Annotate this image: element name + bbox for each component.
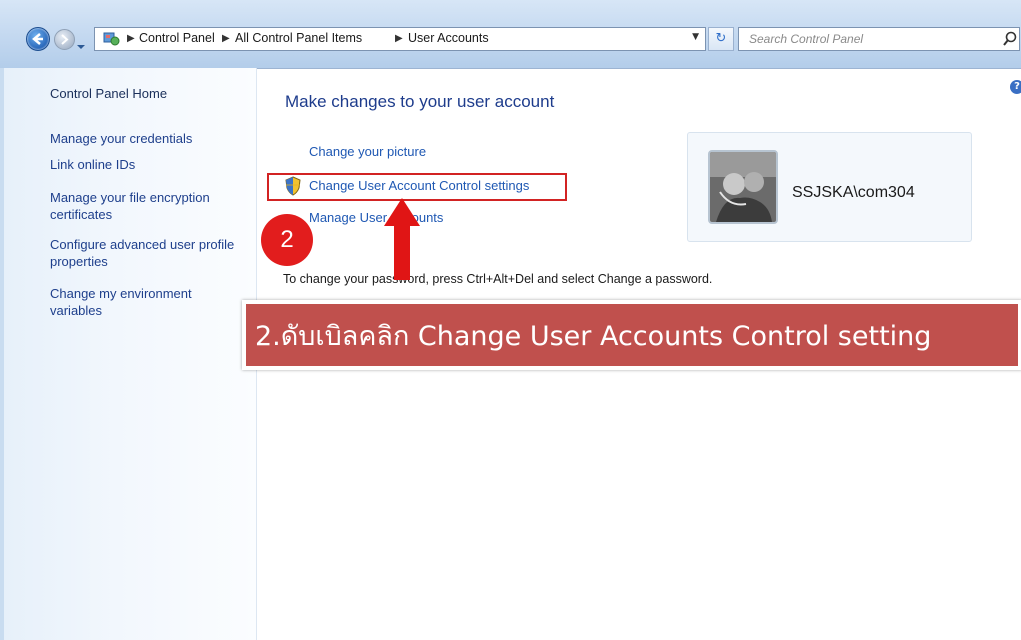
sidebar bbox=[0, 68, 257, 640]
banner-background: 2.ดับเบิลคลิก Change User Accounts Contr… bbox=[246, 304, 1018, 366]
address-dropdown-icon[interactable]: ▼ bbox=[692, 32, 699, 42]
sidebar-item-file-encryption[interactable]: Manage your file encryption certificates bbox=[50, 189, 245, 223]
breadcrumb-separator: ▶ bbox=[395, 33, 403, 44]
red-arrow-icon bbox=[384, 198, 420, 280]
manage-user-accounts-link[interactable]: Manage User Accounts bbox=[309, 210, 443, 225]
avatar[interactable] bbox=[708, 150, 778, 224]
step-badge: 2 bbox=[261, 214, 313, 266]
search-placeholder: Search Control Panel bbox=[749, 32, 864, 46]
forward-arrow-icon bbox=[61, 34, 69, 45]
control-panel-window: ▶ Control Panel ▶ All Control Panel Item… bbox=[0, 0, 1021, 640]
breadcrumb-user-accounts[interactable]: User Accounts bbox=[408, 31, 489, 45]
back-arrow-icon bbox=[32, 33, 43, 45]
back-button[interactable] bbox=[26, 27, 50, 51]
recent-pages-dropdown[interactable] bbox=[76, 36, 86, 49]
address-bar[interactable]: ▶ Control Panel ▶ All Control Panel Item… bbox=[94, 27, 706, 51]
breadcrumb-all-items[interactable]: All Control Panel Items bbox=[235, 31, 362, 45]
help-icon[interactable]: ? bbox=[1010, 80, 1021, 94]
chevron-down-icon bbox=[77, 45, 85, 49]
control-panel-icon bbox=[103, 32, 120, 46]
breadcrumb-separator: ▶ bbox=[127, 33, 135, 44]
sidebar-item-environment-variables[interactable]: Change my environment variables bbox=[50, 285, 245, 319]
refresh-icon: ↻ bbox=[715, 31, 727, 46]
breadcrumb-separator: ▶ bbox=[222, 33, 230, 44]
sidebar-item-advanced-profile[interactable]: Configure advanced user profile properti… bbox=[50, 236, 245, 270]
sidebar-item-manage-credentials[interactable]: Manage your credentials bbox=[50, 130, 245, 147]
breadcrumb-control-panel[interactable]: Control Panel bbox=[139, 31, 215, 45]
refresh-button[interactable]: ↻ bbox=[708, 27, 734, 51]
instruction-text: 2.ดับเบิลคลิก Change User Accounts Contr… bbox=[255, 321, 932, 352]
instruction-banner: 2.ดับเบิลคลิก Change User Accounts Contr… bbox=[242, 300, 1021, 370]
forward-button[interactable] bbox=[54, 29, 75, 50]
highlight-box bbox=[267, 173, 567, 201]
user-picture-icon bbox=[710, 152, 776, 222]
change-picture-link[interactable]: Change your picture bbox=[309, 144, 426, 159]
search-icon[interactable] bbox=[1001, 30, 1019, 48]
sidebar-item-control-panel-home[interactable]: Control Panel Home bbox=[50, 85, 245, 102]
search-input[interactable]: Search Control Panel bbox=[738, 27, 1020, 51]
navigation-bar: ▶ Control Panel ▶ All Control Panel Item… bbox=[0, 0, 1021, 69]
sidebar-item-link-online-ids[interactable]: Link online IDs bbox=[50, 156, 245, 173]
user-card: SSJSKA\com304 bbox=[687, 132, 972, 242]
password-note: To change your password, press Ctrl+Alt+… bbox=[283, 272, 713, 286]
user-name: SSJSKA\com304 bbox=[792, 184, 915, 201]
sidebar-accent bbox=[0, 68, 4, 640]
page-title: Make changes to your user account bbox=[285, 92, 555, 111]
